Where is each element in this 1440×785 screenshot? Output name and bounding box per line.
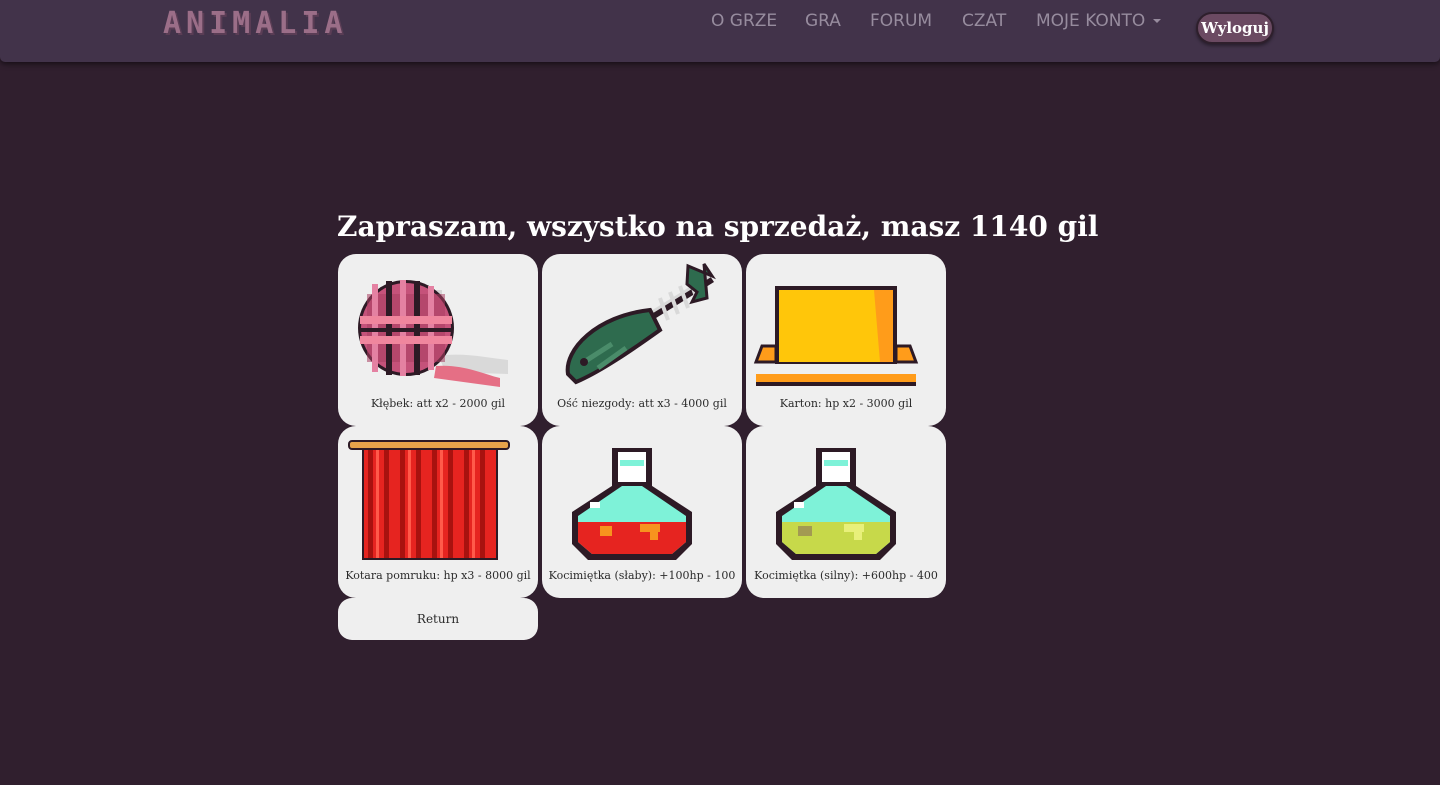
- nav-o-grze[interactable]: O GRZE: [711, 11, 777, 31]
- shop-item-karton[interactable]: Karton: hp x2 - 3000 gil: [746, 254, 946, 426]
- shop-item-kotara-pomruku[interactable]: Kotara pomruku: hp x3 - 8000 gil: [338, 426, 538, 598]
- nav-forum[interactable]: FORUM: [870, 11, 932, 31]
- top-navbar: ANIMALIA O GRZE GRA FORUM CZAT MOJE KONT…: [0, 0, 1440, 62]
- shop-title: Zapraszam, wszystko na sprzedaż, masz 11…: [337, 210, 1099, 243]
- nav-gra[interactable]: GRA: [805, 11, 841, 31]
- caret-down-icon: [1153, 19, 1162, 23]
- nav-moje-konto-dropdown[interactable]: MOJE KONTO: [1036, 11, 1162, 31]
- return-button[interactable]: Return: [338, 598, 538, 640]
- logout-button[interactable]: Wyloguj: [1196, 12, 1274, 44]
- shop-item-klebek[interactable]: Kłębek: att x2 - 2000 gil: [338, 254, 538, 426]
- shop-item-osc-niezgody[interactable]: Ość niezgody: att x3 - 4000 gil: [542, 254, 742, 426]
- shop-item-kocimietka-slaby[interactable]: Kocimiętka (słaby): +100hp - 100: [542, 426, 742, 598]
- cardboard-box-icon: [753, 286, 919, 386]
- shop-item-label: Kłębek: att x2 - 2000 gil: [370, 397, 506, 410]
- yellow-potion-icon: [776, 448, 896, 560]
- shop-item-label: Kocimiętka (silny): +600hp - 400: [754, 569, 938, 582]
- nav-czat[interactable]: CZAT: [962, 11, 1006, 31]
- animalia-logo[interactable]: ANIMALIA: [162, 2, 407, 42]
- shop-item-label: Ość niezgody: att x3 - 4000 gil: [557, 397, 727, 410]
- shop-item-label: Karton: hp x2 - 3000 gil: [779, 397, 913, 410]
- yarn-ball-icon: [358, 280, 508, 387]
- nav-moje-konto-label: MOJE KONTO: [1036, 11, 1146, 31]
- logo-text: ANIMALIA: [163, 6, 348, 41]
- shop-item-kocimietka-silny[interactable]: Kocimiętka (silny): +600hp - 400: [746, 426, 946, 598]
- curtain-icon: [348, 440, 510, 560]
- fish-bone-icon: [565, 263, 716, 385]
- shop-item-label: Kocimiętka (słaby): +100hp - 100: [548, 569, 736, 582]
- shop-item-label: Kotara pomruku: hp x3 - 8000 gil: [345, 569, 531, 582]
- red-potion-icon: [572, 448, 692, 560]
